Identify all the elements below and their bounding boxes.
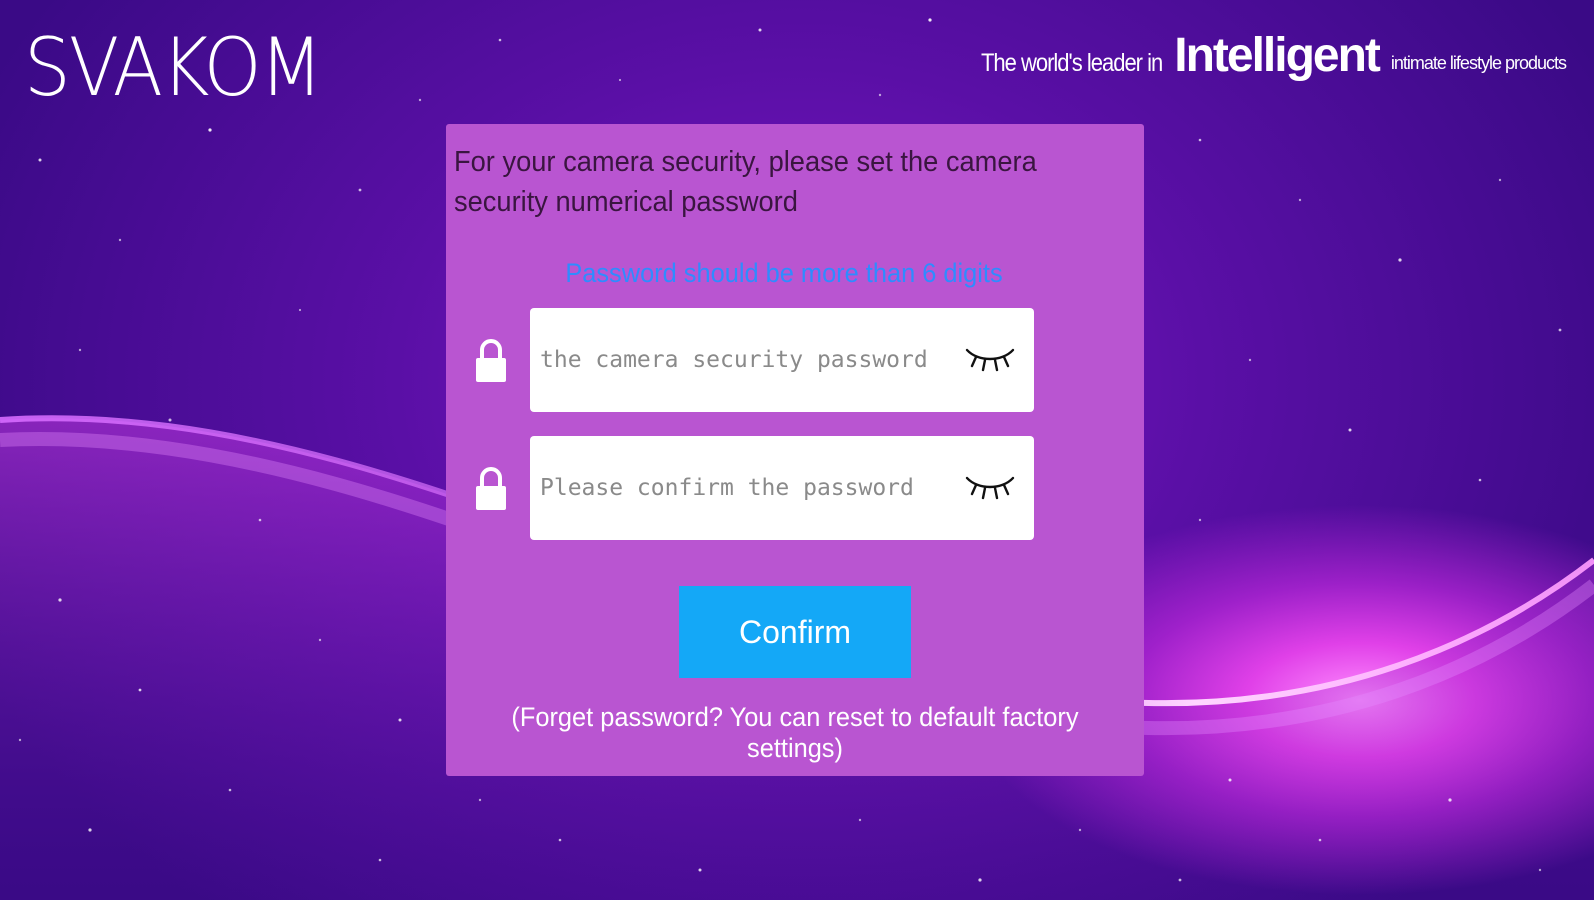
forget-password-link[interactable]: (Forget password? You can reset to defau… bbox=[467, 702, 1123, 764]
password-setup-dialog: For your camera security, please set the… bbox=[446, 124, 1144, 776]
confirm-password-field bbox=[530, 436, 1034, 540]
password-hint: Password should be more than 6 digits bbox=[565, 258, 1003, 288]
password-input[interactable] bbox=[540, 308, 950, 412]
confirm-button[interactable]: Confirm bbox=[679, 586, 911, 678]
confirm-password-row bbox=[474, 436, 1034, 540]
closed-eye-icon[interactable] bbox=[964, 342, 1016, 374]
lock-icon bbox=[476, 339, 506, 382]
brand-tagline: The world's leader in Intelligent intima… bbox=[980, 29, 1567, 82]
confirm-password-input[interactable] bbox=[540, 436, 950, 540]
lock-icon bbox=[476, 467, 506, 510]
dialog-title: For your camera security, please set the… bbox=[454, 146, 1037, 218]
tagline-suffix: intimate lifestyle products bbox=[1390, 53, 1567, 73]
svakom-logo: SVAKOM bbox=[24, 21, 323, 114]
closed-eye-icon[interactable] bbox=[964, 470, 1016, 502]
password-field bbox=[530, 308, 1034, 412]
tagline-highlight: Intelligent bbox=[1174, 29, 1381, 82]
tagline-prefix: The world's leader in bbox=[980, 47, 1163, 77]
password-row bbox=[474, 308, 1034, 412]
